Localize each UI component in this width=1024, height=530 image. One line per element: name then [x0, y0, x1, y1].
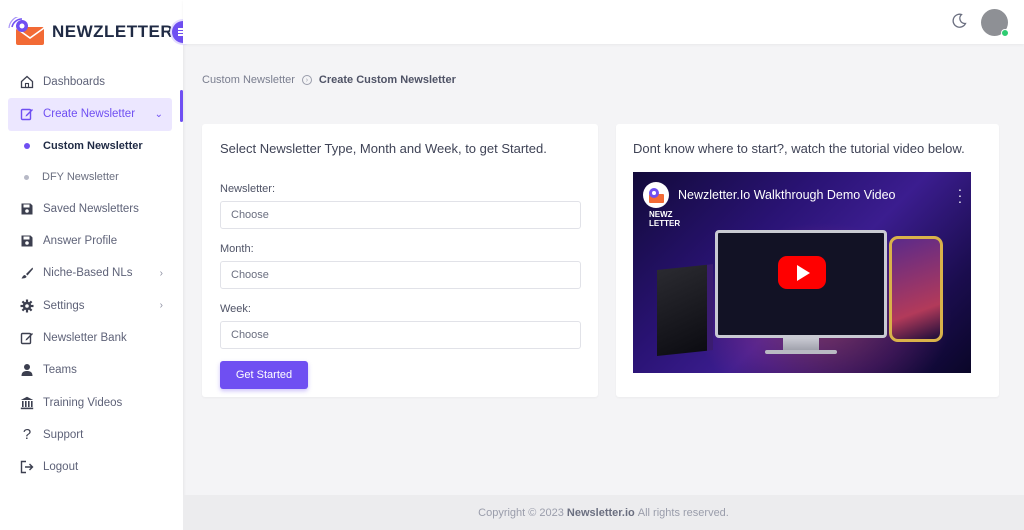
monitor-base-image — [765, 350, 837, 354]
edit-icon — [19, 330, 35, 346]
sidebar-item-settings[interactable]: Settings › — [0, 289, 183, 321]
sidebar-item-label: Answer Profile — [43, 235, 118, 248]
sidebar-item-label: Settings — [43, 299, 85, 312]
newsletter-label: Newsletter: — [220, 183, 276, 195]
month-select-value: Choose — [231, 269, 269, 281]
user-icon — [19, 362, 35, 378]
newsletter-select-value: Choose — [231, 209, 269, 221]
brush-icon — [19, 265, 35, 281]
sidebar-item-teams[interactable]: Teams — [0, 354, 183, 386]
newsletter-form-card: Select Newsletter Type, Month and Week, … — [202, 124, 598, 397]
breadcrumb-parent[interactable]: Custom Newsletter — [202, 74, 295, 86]
sidebar-subitem-custom-newsletter[interactable]: Custom Newsletter — [0, 131, 183, 162]
top-bar — [183, 0, 1024, 44]
sidebar-item-label: Training Videos — [43, 396, 123, 409]
month-label: Month: — [220, 243, 254, 255]
tutorial-video-card: Dont know where to start?, watch the tut… — [616, 124, 999, 397]
brand[interactable]: NEWZLETTER — [0, 0, 183, 64]
newsletter-logo-icon — [8, 15, 46, 47]
play-button[interactable] — [778, 256, 826, 289]
sidebar-subitem-label: DFY Newsletter — [42, 171, 119, 184]
sidebar-item-newsletter-bank[interactable]: Newsletter Bank — [0, 322, 183, 354]
sidebar-item-training-videos[interactable]: Training Videos — [0, 386, 183, 418]
bullet-icon — [24, 174, 29, 180]
sidebar-item-label: Teams — [43, 364, 77, 377]
question-icon: ? — [22, 426, 32, 444]
product-box-image — [657, 264, 713, 356]
form-card-title: Select Newsletter Type, Month and Week, … — [220, 141, 547, 156]
active-indicator — [180, 90, 183, 122]
sidebar-item-label: Logout — [43, 461, 79, 474]
newsletter-select[interactable]: Choose — [220, 201, 581, 229]
video-card-title: Dont know where to start?, watch the tut… — [633, 141, 965, 156]
logout-icon — [19, 459, 35, 475]
bullet-icon — [24, 143, 30, 150]
moon-icon — [952, 13, 967, 28]
rights-text: All rights reserved. — [637, 506, 729, 519]
month-select[interactable]: Choose — [220, 261, 581, 289]
sidebar-item-label: Create Newsletter — [43, 108, 136, 121]
play-icon — [797, 264, 810, 281]
video-player[interactable]: NEWZ LETTER Newzletter.Io Walkthrough De… — [633, 172, 971, 373]
chevron-right-icon: › — [159, 267, 163, 279]
edit-icon — [19, 106, 35, 122]
chevron-right-icon: › — [159, 300, 163, 312]
sidebar-item-label: Dashboards — [43, 76, 106, 89]
home-icon — [19, 74, 35, 90]
sidebar-item-support[interactable]: ? Support — [0, 419, 183, 451]
sidebar-item-dashboards[interactable]: Dashboards — [0, 66, 183, 98]
video-title[interactable]: Newzletter.Io Walkthrough Demo Video — [678, 188, 895, 202]
week-select[interactable]: Choose — [220, 321, 581, 349]
chevron-down-icon: ⌄ — [154, 108, 163, 120]
copyright-text: Copyright © 2023 — [478, 506, 564, 519]
sidebar-item-answer-profile[interactable]: Answer Profile — [0, 225, 183, 257]
bank-icon — [19, 395, 35, 411]
get-started-button[interactable]: Get Started — [220, 361, 308, 389]
gear-icon — [19, 298, 35, 314]
sidebar: NEWZLETTER Dashboards Create Newsletter … — [0, 0, 194, 530]
save-icon — [19, 233, 35, 249]
brand-name: NEWZLETTER — [52, 22, 174, 41]
week-label: Week: — [220, 303, 251, 315]
sidebar-item-niche-based-nls[interactable]: Niche-Based NLs › — [0, 257, 183, 289]
breadcrumb: Custom Newsletter › Create Custom Newsle… — [202, 74, 456, 86]
video-brand-logo: NEWZ LETTER — [649, 210, 681, 228]
sidebar-nav: Dashboards Create Newsletter ⌄ Custom Ne… — [0, 66, 183, 483]
breadcrumb-current: Create Custom Newsletter — [318, 74, 456, 86]
arrow-right-icon: › — [301, 75, 312, 85]
sidebar-subitem-dfy-newsletter[interactable]: DFY Newsletter — [0, 162, 183, 193]
sidebar-item-label: Saved Newsletters — [43, 202, 139, 215]
channel-avatar-icon[interactable] — [643, 182, 669, 208]
sidebar-item-logout[interactable]: Logout — [0, 451, 183, 483]
save-icon — [19, 201, 35, 217]
more-options-icon[interactable]: · · · — [957, 182, 963, 208]
online-status-dot — [1001, 29, 1009, 37]
phone-mockup-image — [889, 236, 943, 342]
sidebar-item-label: Niche-Based NLs — [43, 267, 133, 280]
footer-brand-link[interactable]: Newsletter.io — [567, 507, 635, 519]
sidebar-item-create-newsletter[interactable]: Create Newsletter ⌄ — [8, 98, 172, 131]
sidebar-subitem-label: Custom Newsletter — [43, 140, 143, 153]
week-select-value: Choose — [231, 329, 269, 341]
sidebar-item-label: Newsletter Bank — [43, 331, 127, 344]
dark-mode-toggle[interactable] — [951, 13, 967, 29]
sidebar-item-label: Support — [43, 428, 84, 441]
sidebar-item-saved-newsletters[interactable]: Saved Newsletters — [0, 193, 183, 225]
footer: Copyright © 2023 Newsletter.io All right… — [183, 495, 1024, 530]
